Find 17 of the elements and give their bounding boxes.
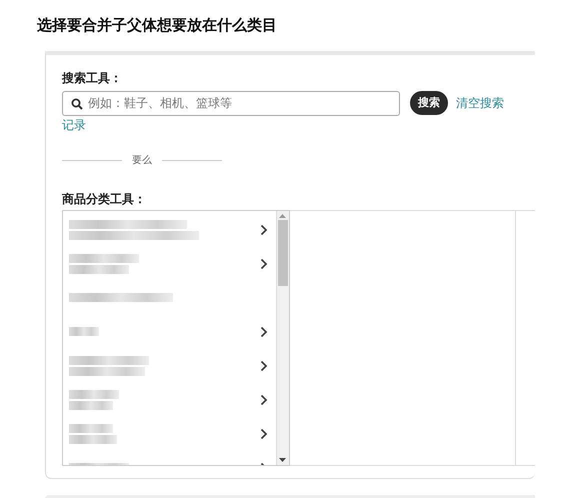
redacted-text <box>69 390 119 410</box>
scrollbar[interactable] <box>276 210 289 464</box>
scrollbar-thumb[interactable] <box>278 220 288 286</box>
divider-label: 要么 <box>132 154 152 168</box>
history-link[interactable]: 记录 <box>62 118 86 132</box>
page-title: 选择要合并子父体想要放在什么类目 <box>37 15 278 36</box>
search-icon <box>71 98 83 110</box>
redacted-text <box>69 327 99 336</box>
search-label: 搜索工具： <box>62 70 123 86</box>
redacted-text <box>69 254 139 274</box>
redacted-text <box>69 424 117 444</box>
search-field[interactable]: 例如：鞋子、相机、篮球等 <box>62 90 400 116</box>
scroll-up-icon[interactable] <box>279 214 286 218</box>
scroll-down-icon[interactable] <box>279 458 286 462</box>
category-tool-label: 商品分类工具： <box>62 190 147 208</box>
search-button[interactable]: 搜索 <box>410 91 448 115</box>
clear-search-link[interactable]: 清空搜索 <box>456 96 504 110</box>
